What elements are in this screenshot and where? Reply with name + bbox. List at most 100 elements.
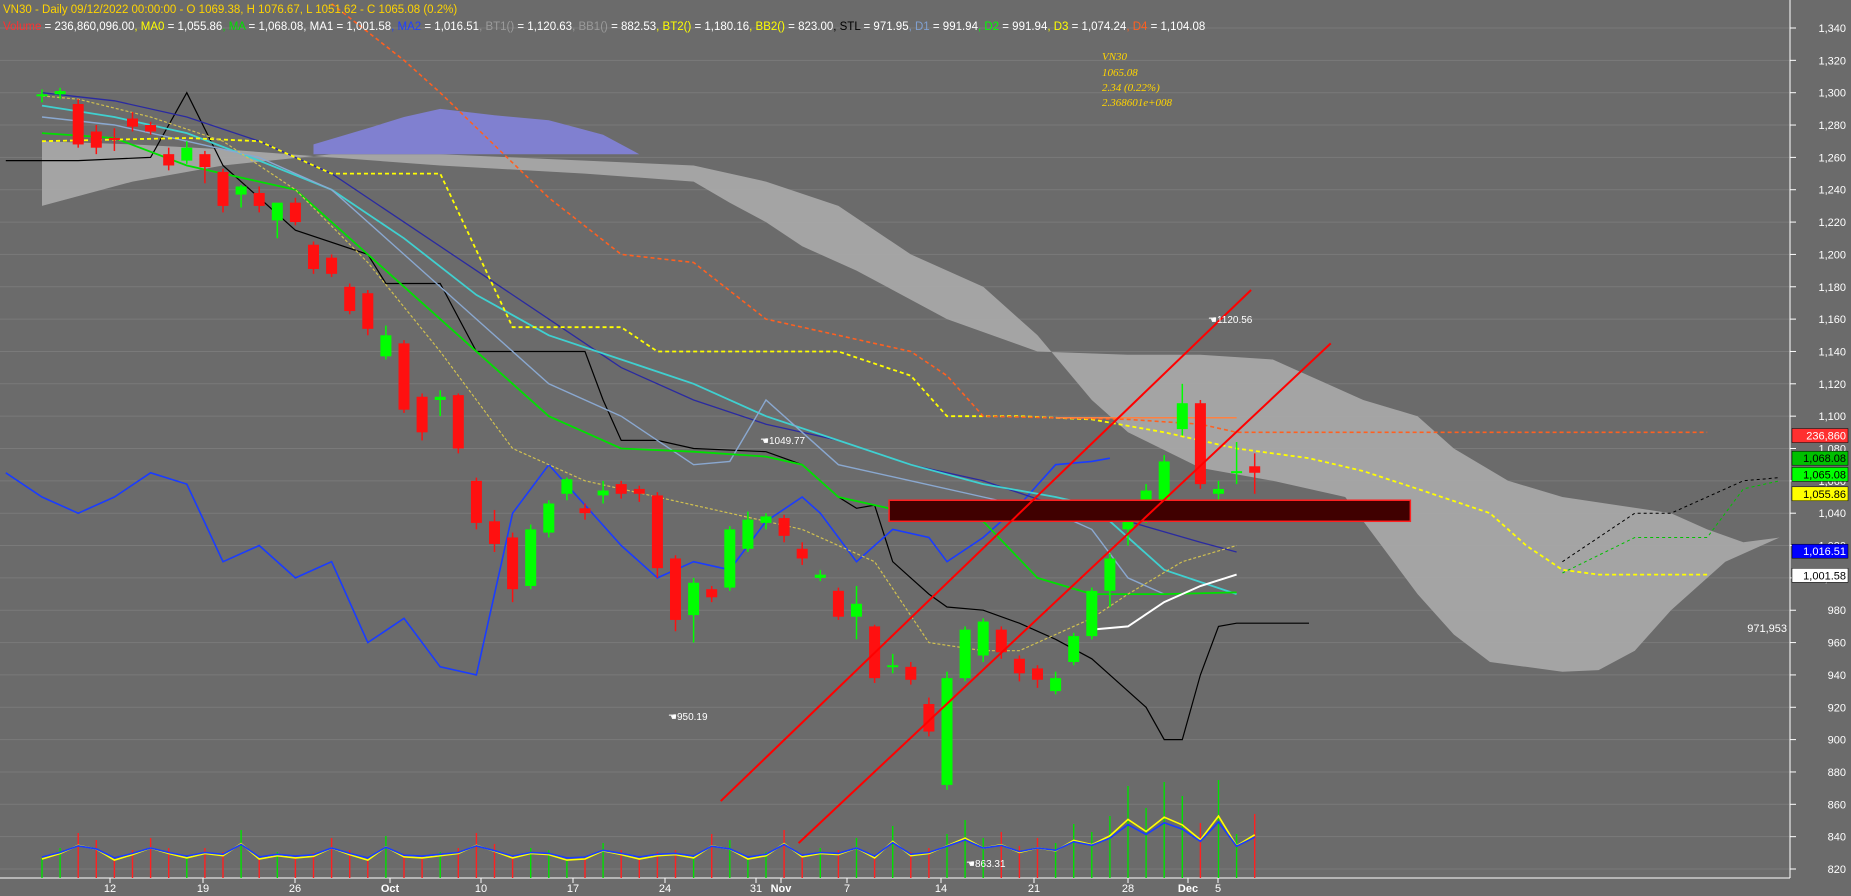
indicator-value: = 971.95 (860, 21, 908, 33)
y-tick-label: 1,300 (1818, 88, 1846, 100)
header-title-line: VN30 - Daily 09/12/2022 00:00:00 - O 106… (3, 4, 457, 16)
indicator-label: , D1 (909, 21, 930, 33)
info-volume: 2.368601e+008 (1102, 97, 1173, 109)
indicator-value: = 236,860,096.00 (41, 21, 134, 33)
candle-body (470, 480, 482, 523)
indicator-label: , D2 (978, 21, 999, 33)
y-tick-label: 940 (1828, 670, 1846, 682)
indicator-label: , MA1 (303, 21, 333, 33)
candle-body (72, 104, 84, 145)
y-tick-label: 900 (1828, 735, 1846, 747)
candle-body (633, 488, 645, 494)
candle-body (887, 665, 899, 668)
candle-body (615, 484, 627, 494)
indicator-value: = 1,120.63 (514, 21, 572, 33)
candle-body (851, 603, 862, 617)
candle-body (959, 629, 971, 679)
indicator-value: = 1,180.16 (691, 21, 749, 33)
price-tag-label: 1,065.08 (1803, 469, 1846, 481)
price-tag-label: 1,068.08 (1803, 453, 1846, 465)
indicator-label: Volume (3, 21, 41, 33)
x-tick-label: 24 (659, 883, 671, 895)
chart-root: ☚1120.56 ☚1049.77 ☚950.19 ☚863.31 971,953 82… (0, 0, 1851, 896)
candle-body (1068, 636, 1080, 662)
info-close: 1065.08 (1102, 67, 1138, 79)
support-zone (888, 499, 1412, 523)
candle-body (326, 257, 338, 274)
x-tick-label: Nov (771, 883, 793, 895)
y-tick-label: 1,320 (1818, 55, 1846, 67)
header-indicator-line: Volume = 236,860,096.00, MA0 = 1,055.86,… (3, 21, 1205, 33)
candle-body (579, 508, 591, 514)
time-axis-background (0, 878, 1790, 896)
indicator-value: = 991.94 (930, 21, 979, 33)
indicator-label: , BT2() (656, 21, 691, 33)
x-tick-label: 19 (197, 883, 209, 895)
x-tick-label: 10 (475, 883, 487, 895)
indicator-label: , BT1() (479, 21, 514, 33)
candle-body (163, 154, 175, 166)
header-datetime: 09/12/2022 00:00:00 (71, 4, 177, 16)
candle-body (344, 286, 356, 312)
candle-body (905, 666, 917, 680)
x-tick-label: 28 (1122, 883, 1134, 895)
candle-body (1249, 466, 1261, 473)
indicator-value: = 991.94 (999, 21, 1048, 33)
candle-body (1176, 403, 1188, 430)
y-tick-label: 1,280 (1818, 120, 1846, 132)
indicator-value: = 882.53 (608, 21, 656, 33)
y-tick-label: 920 (1828, 702, 1846, 714)
candle-body (651, 495, 663, 569)
x-tick-label: 5 (1215, 883, 1221, 895)
plot-background (0, 0, 1790, 878)
y-tick-label: 1,260 (1818, 152, 1846, 164)
candle-body (235, 186, 247, 195)
candle-body (145, 125, 157, 132)
indicator-value: = 1,016.51 (421, 21, 479, 33)
indicator-label: , MA0 (134, 21, 164, 33)
candle-body (36, 94, 48, 97)
candle-body (941, 678, 953, 785)
candle-body (724, 529, 736, 588)
candle-body (289, 202, 301, 223)
candle-body (543, 503, 555, 533)
price-tag-label: 236,860 (1806, 431, 1846, 443)
x-tick-label: 12 (104, 883, 116, 895)
y-tick-label: 1,180 (1818, 282, 1846, 294)
info-change: 2.34 (0.22%) (1102, 82, 1160, 94)
candle-body (778, 518, 790, 536)
candle-body (1086, 590, 1098, 637)
indicator-label: , D3 (1047, 21, 1068, 33)
candle-body (1013, 658, 1025, 674)
x-tick-label: 7 (844, 883, 850, 895)
indicator-label: , MA (222, 21, 246, 33)
annotation-stl-value: 971,953 (1747, 623, 1787, 635)
x-tick-label: Dec (1178, 883, 1198, 895)
candle-body (308, 244, 319, 269)
candle-body (253, 192, 265, 206)
price-chart[interactable]: ☚1120.56 ☚1049.77 ☚950.19 ☚863.31 971,953 82… (0, 0, 1851, 896)
candle-body (706, 589, 718, 598)
y-tick-label: 880 (1828, 767, 1846, 779)
candle-body (977, 621, 989, 656)
annotation-high-peak: ☚1120.56 (1208, 315, 1253, 326)
candle-body (271, 202, 283, 221)
price-tag-label: 1,001.58 (1803, 570, 1846, 582)
indicator-label: , MA2 (391, 21, 421, 33)
header-period: Daily (42, 4, 68, 16)
price-tag-label: 1,016.51 (1803, 546, 1846, 558)
candle-body (54, 91, 66, 95)
y-tick-label: 1,340 (1818, 23, 1846, 35)
candle-body (398, 343, 410, 410)
x-tick-label: Oct (381, 883, 400, 895)
candle-body (796, 548, 808, 559)
candle-body (742, 519, 754, 549)
y-tick-label: 820 (1828, 864, 1846, 876)
candle-body (90, 131, 102, 148)
candle-body (1213, 488, 1224, 494)
x-tick-label: 21 (1028, 883, 1040, 895)
annotation-mid-peak: ☚1049.77 (760, 436, 806, 447)
header-symbol: VN30 (3, 4, 32, 16)
candle-body (181, 147, 193, 161)
y-tick-label: 1,120 (1818, 379, 1846, 391)
